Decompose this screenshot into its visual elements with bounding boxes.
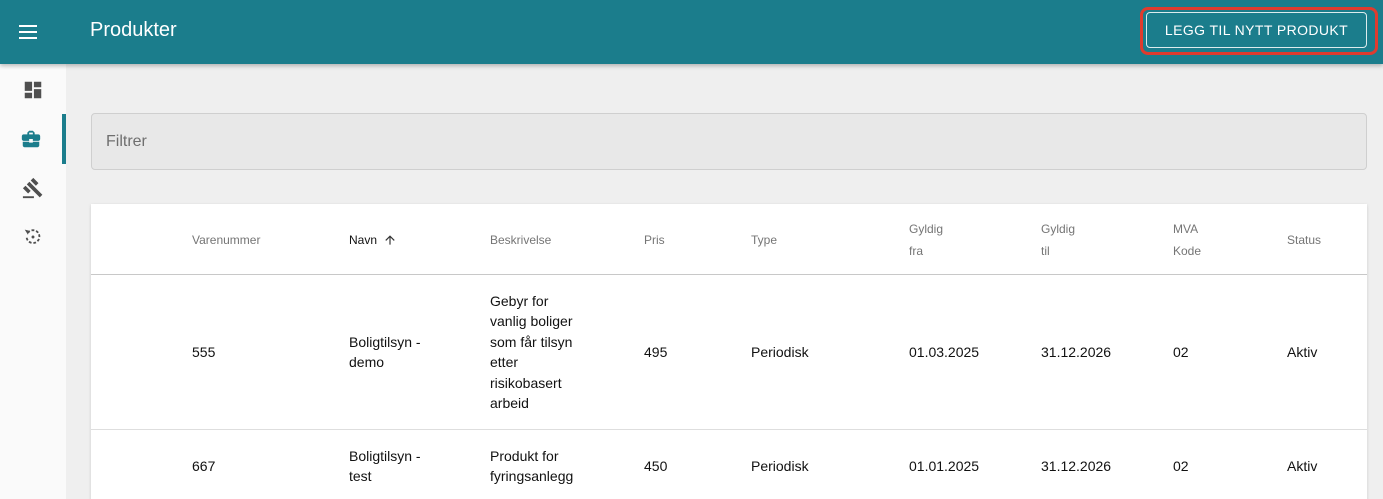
sidebar-item-products[interactable] bbox=[0, 114, 66, 164]
sidebar-item-hearings[interactable] bbox=[0, 163, 66, 213]
column-header-gyldig-til[interactable]: Gyldig til bbox=[1041, 204, 1075, 275]
menu-icon[interactable] bbox=[10, 14, 46, 50]
column-header-status[interactable]: Status bbox=[1287, 204, 1321, 275]
cell-varenummer: 555 bbox=[192, 343, 216, 360]
column-header-mva-kode[interactable]: MVA Kode bbox=[1173, 204, 1201, 275]
cell-gyldig-til: 31.12.2026 bbox=[1041, 457, 1112, 474]
cell-type: Periodisk bbox=[751, 457, 809, 474]
column-header-navn[interactable]: Navn bbox=[349, 204, 397, 275]
history-icon bbox=[24, 229, 41, 244]
cell-gyldig-fra: 01.01.2025 bbox=[909, 457, 980, 474]
table-header: Varenummer Navn Beskrivelse Pris Type Gy… bbox=[91, 204, 1367, 275]
cell-beskrivelse: Produkt for fyringsanlegg bbox=[490, 447, 574, 485]
briefcase-icon bbox=[21, 130, 41, 148]
table-row[interactable]: 555 Boligtilsyn - demo Gebyr for vanlig … bbox=[91, 275, 1367, 430]
gavel-icon bbox=[22, 177, 43, 199]
add-product-button[interactable]: LEGG TIL NYTT PRODUKT bbox=[1146, 12, 1367, 48]
cell-beskrivelse: Gebyr for vanlig boliger som får tilsyn … bbox=[490, 292, 573, 412]
column-header-type[interactable]: Type bbox=[751, 204, 777, 275]
sidebar-item-dashboard[interactable] bbox=[0, 65, 66, 115]
filter-input[interactable] bbox=[92, 114, 1366, 169]
sidebar bbox=[0, 64, 66, 499]
sidebar-item-history[interactable] bbox=[0, 212, 66, 262]
cell-mva-kode: 02 bbox=[1173, 457, 1189, 474]
products-table: Varenummer Navn Beskrivelse Pris Type Gy… bbox=[91, 204, 1367, 499]
column-header-beskrivelse[interactable]: Beskrivelse bbox=[490, 204, 551, 275]
cell-status: Aktiv bbox=[1287, 457, 1318, 474]
cell-navn: Boligtilsyn - test bbox=[349, 447, 421, 485]
column-header-pris[interactable]: Pris bbox=[644, 204, 665, 275]
cell-varenummer: 667 bbox=[192, 457, 216, 474]
cell-pris: 450 bbox=[644, 457, 668, 474]
cell-status: Aktiv bbox=[1287, 343, 1318, 360]
cell-mva-kode: 02 bbox=[1173, 343, 1189, 360]
page-title: Produkter bbox=[90, 19, 177, 41]
table-row[interactable]: 667 Boligtilsyn - test Produkt for fyrin… bbox=[91, 430, 1367, 499]
filter-field[interactable] bbox=[91, 113, 1367, 170]
dashboard-icon bbox=[24, 81, 42, 99]
cell-gyldig-fra: 01.03.2025 bbox=[909, 343, 980, 360]
column-header-varenummer[interactable]: Varenummer bbox=[192, 204, 260, 275]
app-header: Produkter LEGG TIL NYTT PRODUKT bbox=[0, 0, 1383, 64]
cell-gyldig-til: 31.12.2026 bbox=[1041, 343, 1112, 360]
cell-navn: Boligtilsyn - demo bbox=[349, 333, 421, 371]
column-header-gyldig-fra[interactable]: Gyldig fra bbox=[909, 204, 943, 275]
sort-ascending-icon bbox=[383, 233, 397, 247]
cell-type: Periodisk bbox=[751, 343, 809, 360]
cell-pris: 495 bbox=[644, 343, 668, 360]
